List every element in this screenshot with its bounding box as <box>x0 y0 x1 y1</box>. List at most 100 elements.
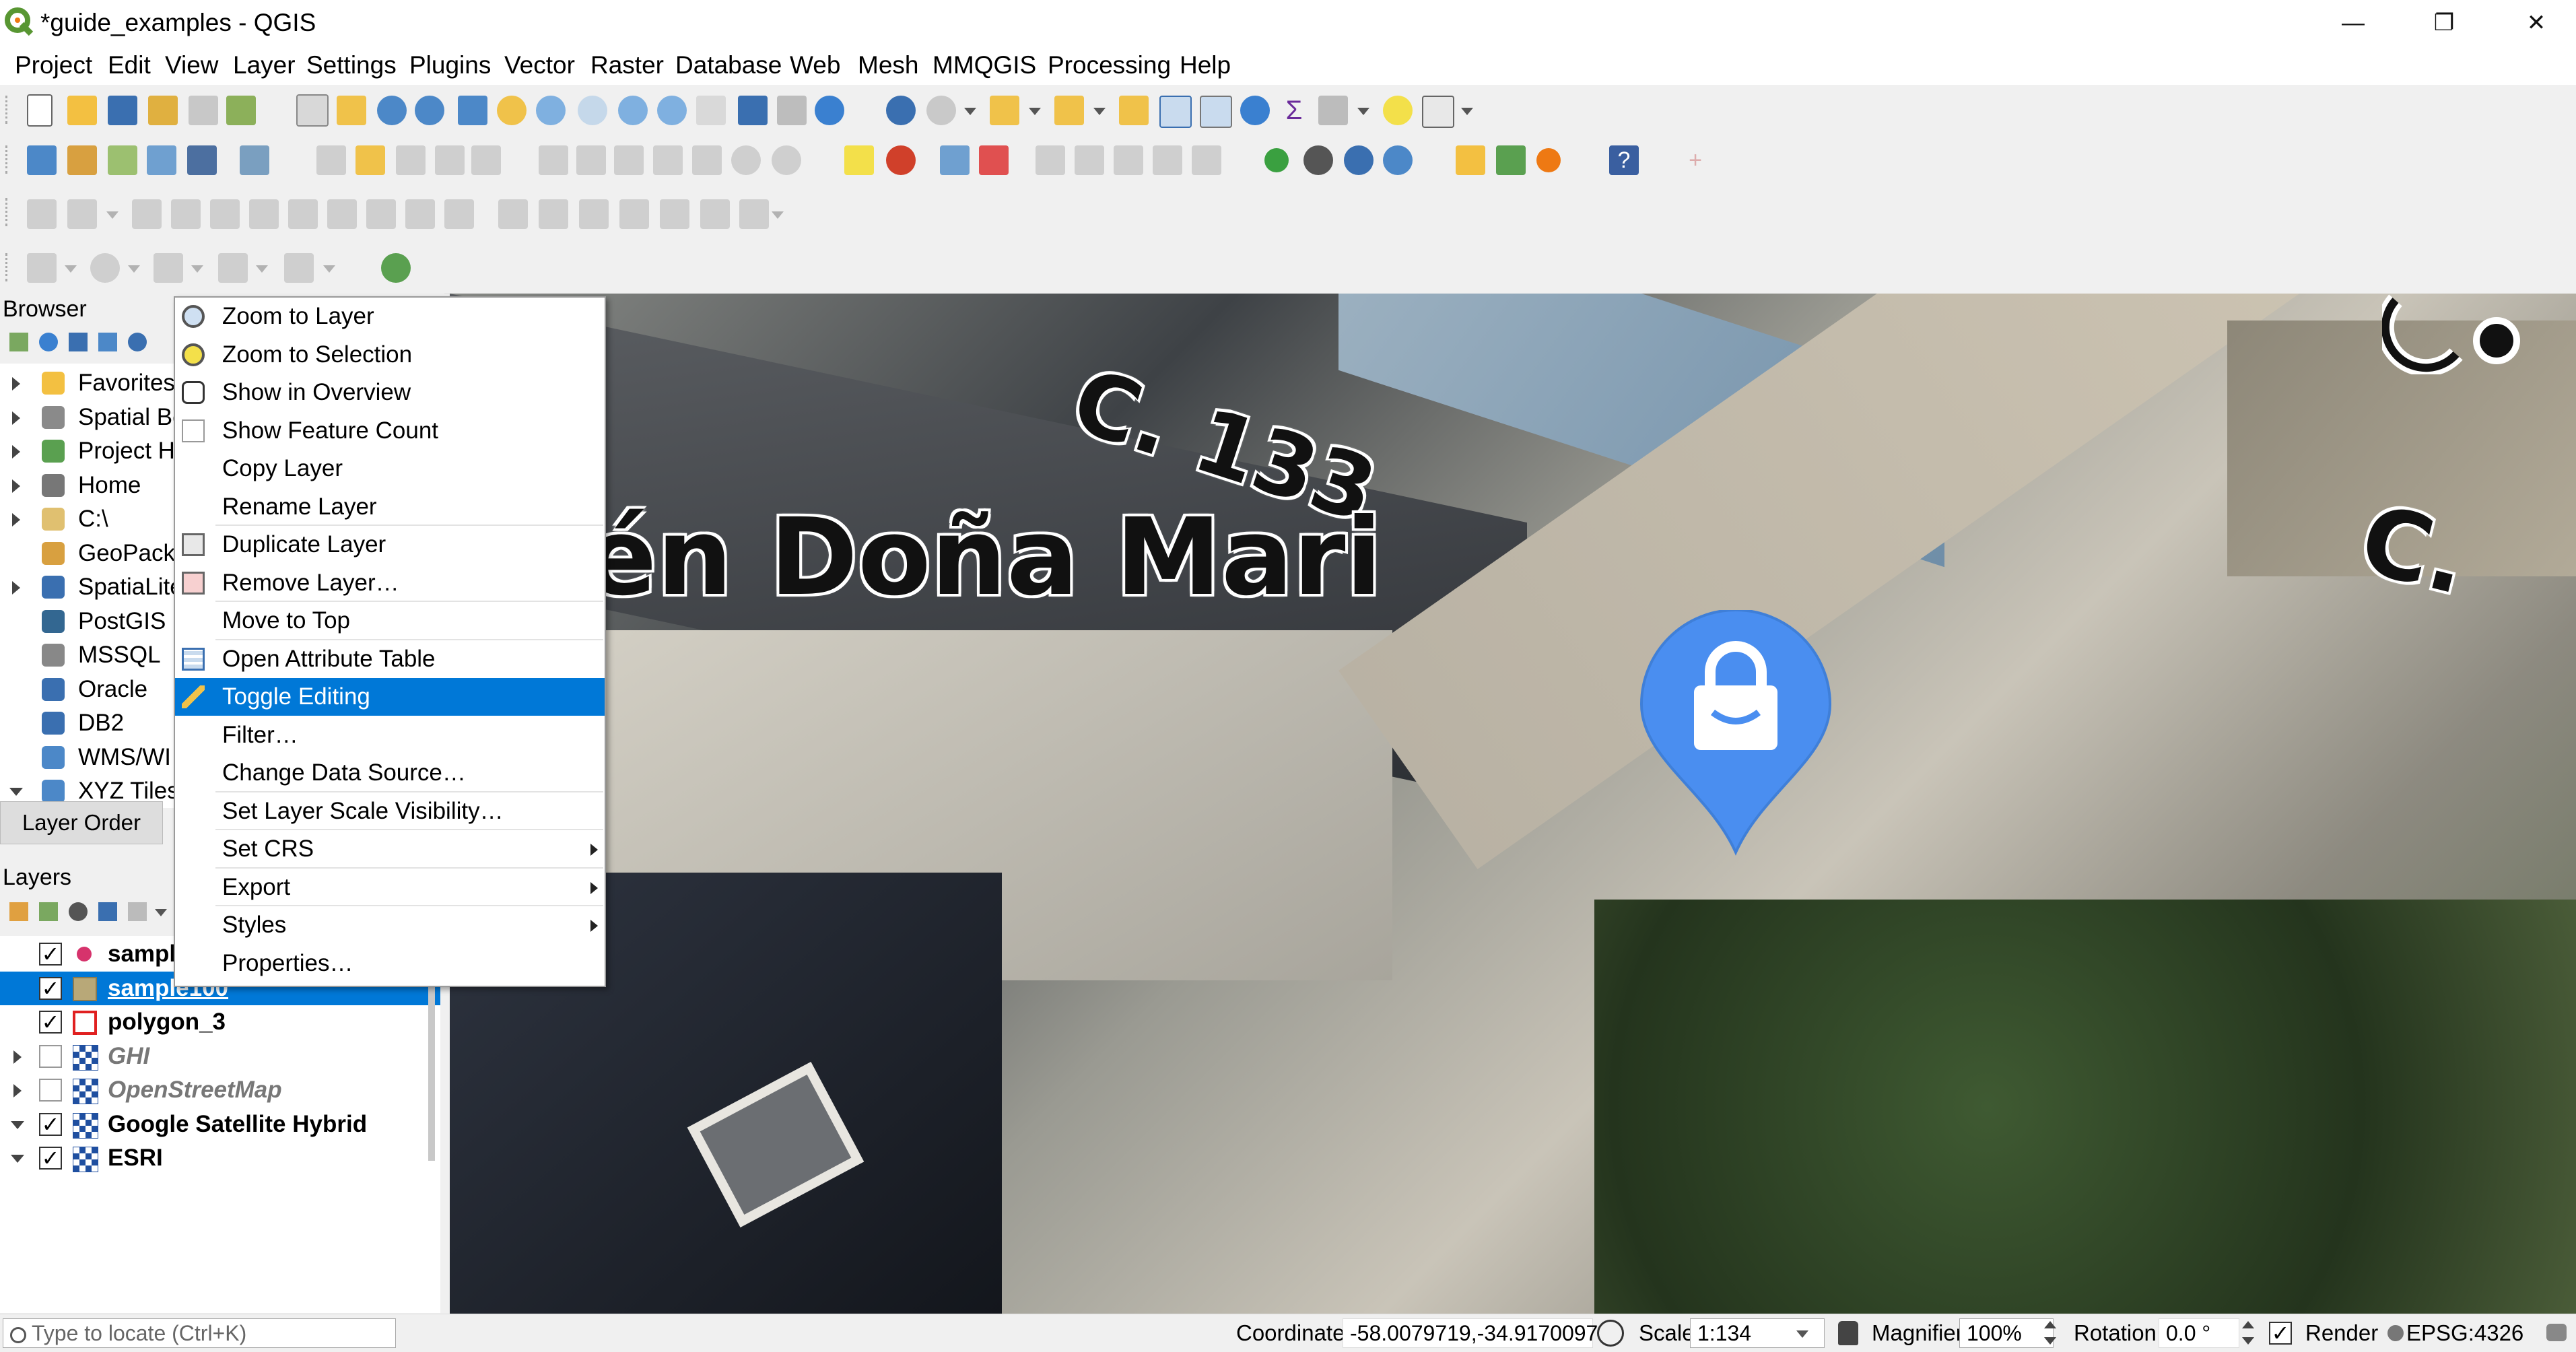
add-circle-icon[interactable] <box>27 253 57 283</box>
pan-map-icon[interactable] <box>296 94 329 127</box>
context-menu-item[interactable]: Set Layer Scale Visibility… <box>175 792 605 830</box>
minimize-button[interactable]: — <box>2316 0 2390 46</box>
menu-layer[interactable]: Layer <box>233 48 296 82</box>
measure-icon[interactable] <box>1318 96 1348 125</box>
chevron-right-icon[interactable] <box>13 1084 22 1097</box>
split-parts-icon[interactable] <box>539 199 568 229</box>
context-menu-item[interactable]: Duplicate Layer <box>175 526 605 564</box>
coordinate-field[interactable]: -58.0079719,-34.9170097 <box>1343 1318 1598 1348</box>
new-project-icon[interactable] <box>27 94 53 127</box>
merge-selected-icon[interactable] <box>579 199 609 229</box>
browser-item[interactable]: WMS/WI <box>0 741 175 774</box>
chevron-down-icon[interactable] <box>1357 108 1369 115</box>
identify-features-icon[interactable] <box>886 96 916 125</box>
qgis-cloud-icon[interactable] <box>1536 148 1561 172</box>
browser-item[interactable]: MSSQL <box>0 638 175 672</box>
style-layer-icon[interactable] <box>9 902 28 921</box>
layer-visibility-checkbox[interactable]: ✓ <box>39 1147 62 1170</box>
map-canvas[interactable]: C. 133 acén Doña Mari C. <box>450 294 2576 1314</box>
chevron-down-icon[interactable] <box>1461 108 1473 115</box>
trim-extend-icon[interactable] <box>739 199 769 229</box>
reshape-features-icon[interactable] <box>405 199 435 229</box>
chevron-down-icon[interactable] <box>191 265 203 273</box>
offset-point-symbols-icon[interactable] <box>700 199 730 229</box>
browser-item[interactable]: Favorites <box>0 366 175 400</box>
show-hide-label-icon[interactable] <box>1075 145 1104 175</box>
zoom-out-icon[interactable] <box>415 96 444 125</box>
browser-item[interactable]: GeoPacka <box>0 537 175 570</box>
manage-visibility-icon[interactable] <box>69 902 88 921</box>
data-source-manager-icon[interactable] <box>27 145 57 175</box>
menu-help[interactable]: Help <box>1180 48 1231 82</box>
pan-to-selection-icon[interactable] <box>337 96 366 125</box>
menu-database[interactable]: Database <box>675 48 782 82</box>
label-toolbar-icon[interactable] <box>844 145 874 175</box>
zoom-next-icon[interactable] <box>657 96 687 125</box>
menu-raster[interactable]: Raster <box>590 48 664 82</box>
deselect-all-icon[interactable] <box>1119 96 1149 125</box>
delete-selected-icon[interactable] <box>576 145 606 175</box>
spin-up-icon[interactable] <box>2044 1321 2056 1328</box>
menu-edit[interactable]: Edit <box>108 48 151 82</box>
browser-item[interactable]: Spatial Bo <box>0 401 175 434</box>
chevron-down-icon[interactable] <box>1093 108 1106 115</box>
new-map-view-icon[interactable] <box>696 96 726 125</box>
chevron-right-icon[interactable] <box>12 445 20 459</box>
messages-icon[interactable] <box>2546 1324 2567 1341</box>
context-menu-item[interactable]: Show Feature Count <box>175 412 605 450</box>
layer-visibility-checkbox[interactable]: ✓ <box>39 1112 62 1136</box>
chevron-down-icon[interactable] <box>1796 1330 1808 1338</box>
layer-visibility-checkbox[interactable] <box>39 1044 62 1068</box>
refresh-icon[interactable] <box>39 333 58 351</box>
browser-item[interactable]: PostGIS <box>0 605 175 638</box>
menu-view[interactable]: View <box>165 48 219 82</box>
simplify-feature-icon[interactable] <box>171 199 201 229</box>
context-menu-item[interactable]: Toggle Editing <box>175 678 605 716</box>
add-group-icon[interactable] <box>39 902 58 921</box>
zoom-to-selection-icon[interactable] <box>497 96 527 125</box>
context-menu-item[interactable]: Open Attribute Table <box>175 640 605 678</box>
crs-button[interactable]: EPSG:4326 <box>2406 1314 2523 1352</box>
layer-visibility-checkbox[interactable]: ✓ <box>39 1011 62 1034</box>
highlight-pinned-labels-icon[interactable] <box>940 145 970 175</box>
undo-icon[interactable] <box>731 145 761 175</box>
spin-down-icon[interactable] <box>2242 1337 2254 1345</box>
menu-vector[interactable]: Vector <box>504 48 575 82</box>
context-menu-item[interactable]: Export <box>175 869 605 906</box>
layer-visibility-checkbox[interactable]: ✓ <box>39 976 62 1000</box>
run-action-icon[interactable] <box>926 96 956 125</box>
chevron-right-icon[interactable] <box>12 411 20 425</box>
toolbar-grip[interactable] <box>5 96 11 124</box>
browser-item[interactable]: Project H <box>0 434 175 468</box>
move-label-icon[interactable] <box>1114 145 1143 175</box>
chevron-right-icon[interactable] <box>12 479 20 493</box>
split-features-icon[interactable] <box>498 199 528 229</box>
toolbar-grip[interactable] <box>5 253 11 281</box>
chevron-down-icon[interactable] <box>256 265 268 273</box>
save-project-icon[interactable] <box>108 96 137 125</box>
plus-icon[interactable]: + <box>1683 148 1707 172</box>
toolbar-grip[interactable] <box>5 198 11 226</box>
add-polygon-icon[interactable] <box>218 253 248 283</box>
context-menu-item[interactable]: Remove Layer… <box>175 564 605 602</box>
offset-curve-icon[interactable] <box>444 199 474 229</box>
plugin-badge-icon[interactable] <box>381 253 411 283</box>
menu-settings[interactable]: Settings <box>306 48 397 82</box>
layout-manager-icon[interactable] <box>189 96 218 125</box>
rotation-spinbox[interactable]: 0.0 ° <box>2159 1318 2239 1348</box>
layer-visibility-checkbox[interactable]: ✓ <box>39 943 62 966</box>
layer-item[interactable]: ✓ ESRI <box>0 1141 440 1175</box>
browser-item[interactable]: Home <box>0 469 175 502</box>
layer-visibility-checkbox[interactable] <box>39 1079 62 1102</box>
menu-project[interactable]: Project <box>15 48 92 82</box>
add-delimited-text-icon[interactable] <box>147 145 176 175</box>
add-feature-icon[interactable] <box>435 145 465 175</box>
digitizing-icon[interactable] <box>27 199 57 229</box>
statistical-summary-icon[interactable]: Σ <box>1279 96 1309 125</box>
browser-item[interactable]: C:\ <box>0 502 175 536</box>
text-annotation-icon[interactable] <box>1422 96 1454 128</box>
layer-item[interactable]: ✓ polygon_3 <box>0 1005 440 1039</box>
spin-down-icon[interactable] <box>2044 1337 2056 1345</box>
spin-up-icon[interactable] <box>2242 1321 2254 1328</box>
context-menu-item[interactable]: Styles <box>175 906 605 944</box>
